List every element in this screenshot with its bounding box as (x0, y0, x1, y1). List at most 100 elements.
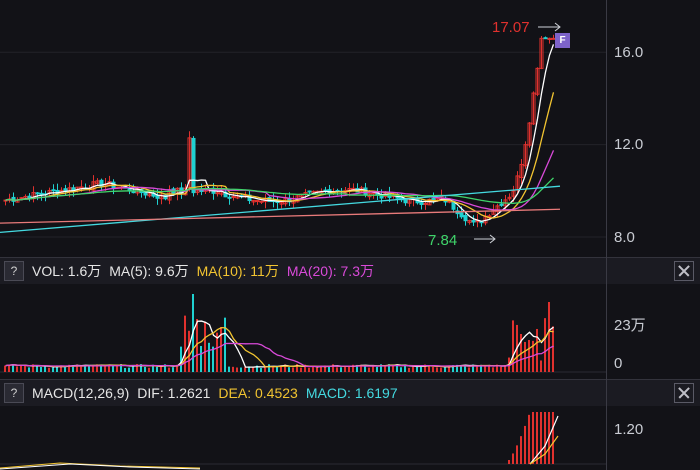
vol-ma20-line (5, 342, 554, 368)
candle-body (259, 200, 264, 203)
volume-bar (308, 367, 310, 372)
volume-bar (548, 302, 550, 372)
volume-bar (40, 367, 42, 372)
volume-bar (188, 330, 190, 372)
volume-bar (492, 367, 494, 372)
close-volume-icon[interactable] (674, 261, 694, 281)
volume-bar (420, 366, 422, 372)
volume-bar (36, 365, 38, 372)
volume-bar (292, 367, 294, 372)
volume-bar (536, 328, 538, 372)
macd-histogram-bar (544, 412, 546, 464)
macd-value: MACD: 1.6197 (305, 385, 398, 401)
volume-indicator-header: ? VOL: 1.6万 MA(5): 9.6万 MA(10): 11万 MA(2… (0, 257, 700, 285)
low-price-label: 7.84 (428, 232, 458, 249)
volume-chart-pane[interactable]: 23万 0 (0, 284, 700, 378)
volume-bar (436, 367, 438, 372)
close-macd-icon[interactable] (674, 383, 694, 403)
candle-body (403, 198, 408, 204)
candle-body (487, 215, 492, 218)
volume-bar (168, 367, 170, 372)
volume-bar (228, 366, 230, 372)
vol-ma10-line (5, 326, 554, 368)
f-badge-icon[interactable]: F (555, 33, 570, 48)
volume-bar (264, 367, 266, 372)
price-tick-12: 12.0 (614, 136, 644, 153)
candle-body (459, 212, 464, 218)
volume-bar (244, 367, 246, 372)
volume-bar (236, 367, 238, 372)
volume-bar (260, 367, 262, 372)
volume-bar (44, 366, 46, 372)
macd-tick-1.20: 1.20 (614, 421, 644, 438)
volume-tick-0: 0 (614, 355, 623, 372)
volume-bar (468, 367, 470, 372)
volume-bar (128, 367, 130, 372)
volume-bar (288, 367, 290, 372)
volume-bar (400, 367, 402, 372)
candle-body (307, 190, 312, 193)
volume-bar (180, 346, 182, 372)
volume-bar (24, 365, 26, 372)
macd-dif: DIF: 1.2621 (137, 385, 211, 401)
volume-bar (328, 366, 330, 372)
macd-histogram-bar (516, 445, 518, 464)
price-tick-16: 16.0 (614, 44, 644, 61)
volume-bar (28, 367, 30, 372)
volume-bar (432, 366, 434, 372)
volume-bar (540, 360, 542, 372)
volume-bar (156, 366, 158, 372)
macd-chart[interactable] (0, 406, 606, 470)
candle-body (215, 192, 220, 195)
volume-bar (16, 366, 18, 372)
vol-ma10: MA(10): 11万 (196, 263, 279, 279)
volume-bar (88, 365, 90, 372)
volume-bar (268, 364, 270, 372)
candlestick-chart[interactable] (0, 0, 606, 256)
volume-bar (64, 367, 66, 372)
volume-bar (444, 366, 446, 372)
candle-body (39, 192, 44, 195)
volume-bar (408, 367, 410, 372)
volume-bar (368, 367, 370, 372)
volume-bar (52, 367, 54, 372)
volume-bar (500, 366, 502, 372)
volume-bar (212, 346, 214, 372)
vol-value: VOL: 1.6万 (32, 263, 102, 279)
price-chart-pane[interactable]: 17.07 F 7.84 16.0 12.0 8.0 (0, 0, 700, 256)
help-icon[interactable]: ? (4, 383, 24, 403)
volume-bar (348, 366, 350, 372)
candle-body (231, 195, 236, 198)
volume-bar (376, 366, 378, 372)
macd-dea: DEA: 0.4523 (218, 385, 298, 401)
volume-bar (124, 367, 126, 372)
volume-bar (552, 326, 554, 372)
high-price-label: 17.07 (492, 19, 530, 36)
volume-bar (48, 367, 50, 372)
macd-histogram-bar (508, 460, 510, 464)
macd-chart-pane[interactable]: 1.20 (0, 406, 700, 470)
candle-body (255, 200, 260, 203)
volume-bar (488, 365, 490, 372)
volume-bar (4, 365, 6, 372)
volume-bar (524, 341, 526, 372)
candle-body (155, 195, 160, 199)
help-icon[interactable]: ? (4, 261, 24, 281)
volume-bar (208, 342, 210, 372)
axis-separator (606, 0, 607, 470)
volume-chart[interactable] (0, 284, 606, 378)
volume-bar (340, 367, 342, 372)
macd-histogram-bar (520, 436, 522, 464)
candle-body (51, 189, 56, 192)
vol-ma5-line (5, 320, 554, 368)
candle-body (463, 214, 468, 222)
volume-bar (336, 367, 338, 372)
volume-bar (232, 366, 234, 372)
vol-ma20: MA(20): 7.3万 (286, 263, 374, 279)
volume-bar (240, 367, 242, 372)
ma60-line (5, 177, 554, 204)
candle-body (227, 196, 232, 199)
macd-name: MACD(12,26,9) (32, 385, 130, 401)
candle-body (543, 37, 548, 40)
candle-body (431, 197, 436, 200)
